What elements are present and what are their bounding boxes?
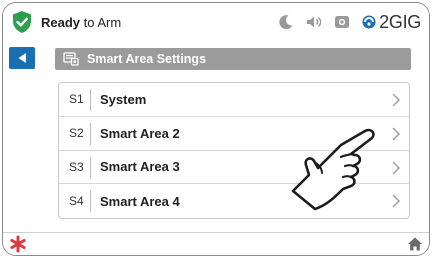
list-item-s3[interactable]: S3 Smart Area 3 bbox=[59, 151, 409, 185]
panel-screen: Ready to Arm 2GIG Smart Area Settings S1… bbox=[2, 2, 430, 256]
page-title: Smart Area Settings bbox=[87, 52, 207, 66]
moon-icon[interactable] bbox=[277, 13, 295, 31]
item-label: System bbox=[100, 91, 147, 107]
item-label: Smart Area 3 bbox=[100, 159, 180, 175]
status-icons: 2GIG bbox=[277, 11, 421, 33]
item-code: S3 bbox=[69, 159, 84, 174]
item-code: S2 bbox=[69, 126, 84, 141]
item-label: Smart Area 4 bbox=[100, 193, 180, 209]
item-label: Smart Area 2 bbox=[100, 125, 180, 141]
list-item-s4[interactable]: S4 Smart Area 4 bbox=[59, 184, 409, 218]
volume-icon[interactable] bbox=[305, 13, 323, 31]
smart-area-list: S1 System S2 Smart Area 2 S3 Smart Area … bbox=[58, 82, 410, 219]
brand-logo: 2GIG bbox=[361, 12, 421, 33]
panic-asterisk-icon[interactable] bbox=[9, 235, 27, 253]
camera-icon[interactable] bbox=[333, 13, 351, 31]
back-arrow-icon bbox=[18, 53, 26, 63]
title-bar: Smart Area Settings bbox=[55, 48, 411, 70]
bottom-bar bbox=[3, 232, 429, 255]
home-icon[interactable] bbox=[407, 236, 423, 252]
brand-name: 2GIG bbox=[379, 11, 421, 32]
item-code: S4 bbox=[69, 194, 84, 209]
shield-check-icon bbox=[13, 11, 31, 33]
item-divider bbox=[90, 156, 91, 179]
status-state-suffix: to Arm bbox=[80, 15, 122, 30]
status-bar: Ready to Arm 2GIG bbox=[3, 3, 429, 41]
chevron-right-icon bbox=[392, 161, 400, 174]
item-divider bbox=[90, 122, 91, 145]
system-status: Ready to Arm bbox=[41, 15, 121, 30]
item-divider bbox=[90, 89, 91, 111]
item-code: S1 bbox=[69, 92, 84, 107]
chevron-right-icon bbox=[392, 93, 400, 107]
list-item-s1[interactable]: S1 System bbox=[59, 83, 409, 117]
status-state: Ready bbox=[41, 15, 81, 30]
brand-swirl-icon bbox=[362, 15, 376, 29]
list-item-s2[interactable]: S2 Smart Area 2 bbox=[59, 117, 409, 151]
chevron-right-icon bbox=[392, 194, 400, 208]
settings-screen-icon bbox=[63, 52, 79, 66]
item-divider bbox=[90, 190, 91, 213]
chevron-right-icon bbox=[392, 127, 400, 141]
back-button[interactable] bbox=[9, 47, 35, 69]
